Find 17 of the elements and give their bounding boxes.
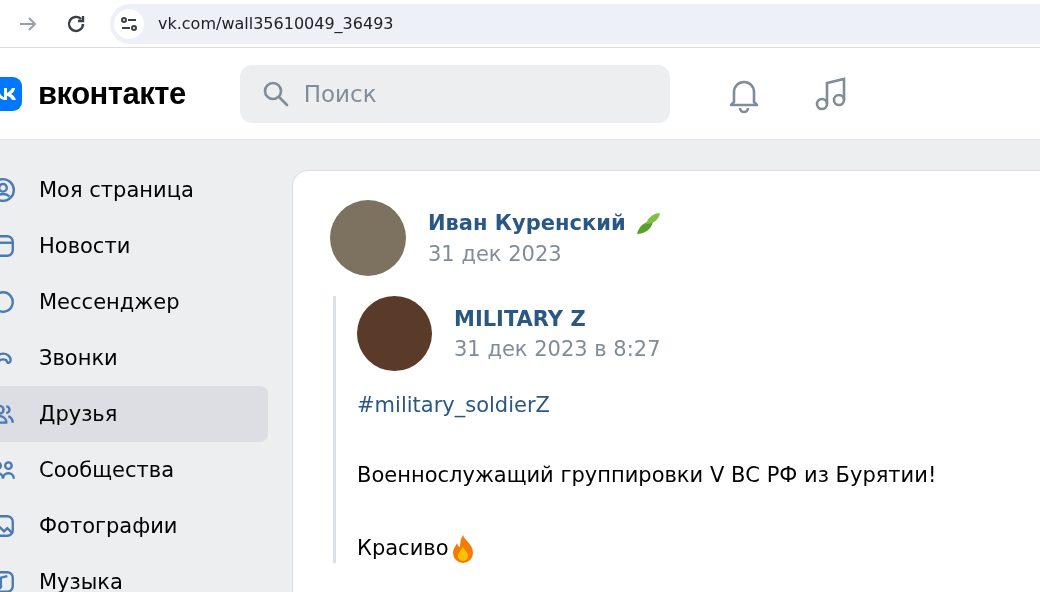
sidebar-item[interactable]: Звонки [0, 330, 268, 386]
address-bar[interactable]: vk.com/wall35610049_36493 [110, 3, 1040, 44]
sidebar-item[interactable]: Фотографии [0, 498, 268, 554]
author-name[interactable]: Иван Куренский [428, 211, 626, 235]
post-text: Красиво [357, 536, 449, 560]
hashtag-link[interactable]: #military_soldierZ [357, 393, 550, 417]
sidebar-item[interactable]: Друзья [0, 386, 268, 442]
search-icon [261, 79, 290, 108]
sidebar-item[interactable]: Моя страница [0, 162, 268, 218]
sidebar-item[interactable]: Мессенджер [0, 274, 268, 330]
sidebar-item[interactable]: Новости [0, 218, 268, 274]
sidebar-item[interactable]: Сообщества [0, 442, 268, 498]
search-field[interactable]: Поиск [239, 64, 670, 123]
url-text: vk.com/wall35610049_36493 [158, 14, 394, 33]
logo-text[interactable]: вконтакте [38, 75, 186, 112]
group-name[interactable]: MILITARY Z [454, 306, 661, 331]
post-text: Военнослужащий группировки V ВС РФ из Бурятии! [357, 463, 937, 487]
